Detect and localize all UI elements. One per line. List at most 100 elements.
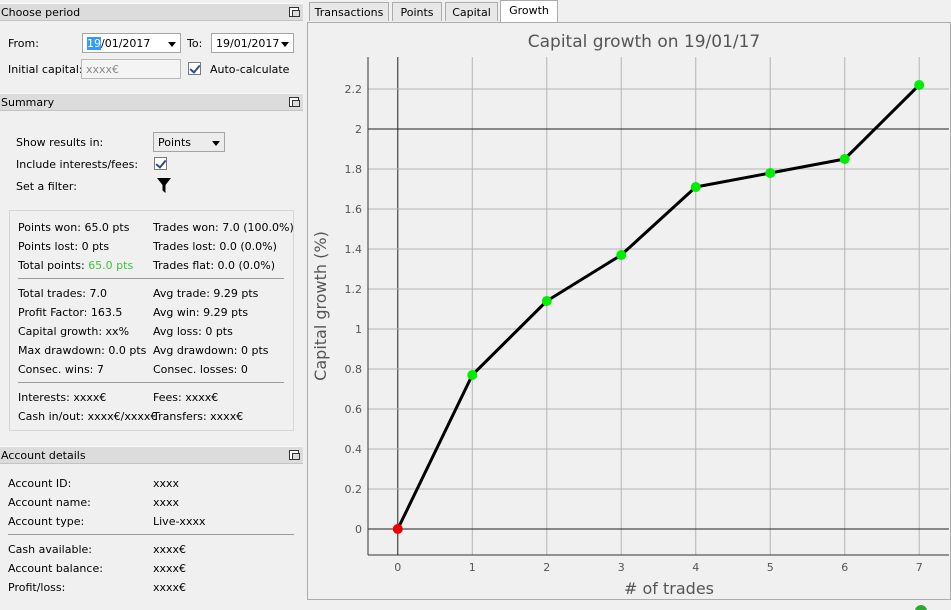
to-label: To:: [187, 37, 203, 50]
total-points-value: 65.0 pts: [88, 259, 134, 272]
chevron-down-icon: [168, 42, 176, 47]
divider: [18, 278, 284, 279]
status-indicator-icon: [915, 605, 927, 610]
show-results-value: Points: [158, 136, 192, 149]
growth-chart: 0 0.2 0.4 0.6 0.8 1 1.2 1.4 1.6 1.8 2 2.2 0 1 2 3 4 5 6 7 Ca…: [311, 32, 949, 598]
set-filter-label: Set a filter:: [16, 180, 77, 193]
account-details-header: Account details: [0, 446, 303, 464]
data-point: [392, 524, 403, 534]
points-won: Points won: 65.0 pts: [18, 221, 130, 234]
x-tick-label: 2: [543, 561, 550, 574]
y-axis-label: Capital growth (%): [311, 231, 330, 381]
transfers: Transfers: xxxx€: [153, 410, 244, 423]
data-point: [467, 370, 478, 380]
data-point: [690, 182, 701, 192]
profit-factor: Profit Factor: 163.5: [18, 306, 123, 319]
account-balance-value: xxxx€: [153, 562, 187, 575]
data-point: [765, 168, 776, 178]
chart-title: Capital growth on 19/01/17: [528, 32, 761, 52]
consec-losses: Consec. losses: 0: [153, 363, 248, 376]
y-tick-label: 2.2: [345, 83, 363, 96]
chevron-down-icon: [212, 141, 220, 146]
y-tick-label: 0.8: [345, 363, 363, 376]
points-lost: Points lost: 0 pts: [18, 240, 110, 253]
trades-flat: Trades flat: 0.0 (0.0%): [153, 259, 276, 272]
account-type-label: Account type:: [8, 515, 85, 528]
capital-growth: Capital growth: xx%: [18, 325, 130, 338]
avg-win: Avg win: 9.29 pts: [153, 306, 249, 319]
fees: Fees: xxxx€: [153, 391, 219, 404]
summary-header: Summary: [0, 93, 303, 111]
avg-loss: Avg loss: 0 pts: [153, 325, 233, 338]
undock-icon[interactable]: [289, 7, 300, 17]
x-tick-label: 0: [394, 561, 401, 574]
data-point: [541, 296, 552, 306]
interests: Interests: xxxx€: [18, 391, 107, 404]
plot-area: [368, 57, 949, 555]
initial-capital-input: xxxx€: [81, 59, 181, 79]
y-tick-label: 0: [355, 523, 362, 536]
cash-available-value: xxxx€: [153, 543, 187, 556]
include-interests-checkbox[interactable]: [154, 157, 167, 170]
initial-capital-value: xxxx€: [86, 63, 120, 76]
to-date-value: 19/01/2017: [216, 37, 280, 50]
from-label: From:: [8, 37, 39, 50]
avg-trade: Avg trade: 9.29 pts: [153, 287, 259, 300]
profit-loss-value: xxxx€: [153, 581, 187, 594]
cash-available-label: Cash available:: [8, 543, 92, 556]
cash-in-out: Cash in/out: xxxx€/xxxx€: [18, 410, 158, 423]
to-date-picker[interactable]: 19/01/2017: [211, 33, 294, 53]
auto-calculate-label: Auto-calculate: [210, 63, 290, 76]
divider: [18, 382, 284, 383]
from-date-rest: /01/2017: [101, 37, 151, 50]
profit-loss-label: Profit/loss:: [8, 581, 66, 594]
total-trades: Total trades: 7.0: [18, 287, 107, 300]
y-tick-label: 0.4: [345, 443, 363, 456]
choose-period-title: Choose period: [1, 6, 81, 19]
chevron-down-icon: [281, 42, 289, 47]
initial-capital-label: Initial capital:: [8, 63, 83, 76]
y-tick-label: 2: [355, 123, 362, 136]
max-drawdown: Max drawdown: 0.0 pts: [18, 344, 147, 357]
consec-wins: Consec. wins: 7: [18, 363, 104, 376]
stats-box: Points won: 65.0 pts Points lost: 0 pts …: [9, 210, 294, 431]
x-tick-label: 6: [841, 561, 848, 574]
y-tick-label: 1: [355, 323, 362, 336]
data-point: [914, 80, 925, 90]
trades-lost: Trades lost: 0.0 (0.0%): [153, 240, 277, 253]
x-axis-label: # of trades: [624, 579, 714, 598]
account-balance-label: Account balance:: [8, 562, 103, 575]
tab-capital[interactable]: Capital: [445, 2, 498, 21]
filter-icon[interactable]: [157, 177, 171, 194]
y-tick-label: 1.6: [345, 203, 363, 216]
account-id-value: xxxx: [153, 477, 180, 490]
divider: [8, 534, 294, 535]
y-tick-label: 0.6: [345, 403, 363, 416]
left-panel: Choose period From: 19/01/2017 To: 19/01…: [0, 0, 304, 610]
tab-growth[interactable]: Growth: [500, 0, 558, 22]
tab-transactions[interactable]: Transactions: [309, 2, 389, 21]
account-name-label: Account name:: [8, 496, 91, 509]
avg-drawdown: Avg drawdown: 0 pts: [153, 344, 269, 357]
y-tick-label: 0.2: [345, 483, 363, 496]
tab-points[interactable]: Points: [392, 2, 442, 21]
account-id-label: Account ID:: [8, 477, 72, 490]
y-tick-label: 1.4: [345, 243, 363, 256]
show-results-select[interactable]: Points: [153, 132, 225, 152]
x-tick-label: 1: [469, 561, 476, 574]
undock-icon[interactable]: [289, 97, 300, 107]
include-interests-label: Include interests/fees:: [16, 158, 139, 171]
x-tick-label: 7: [916, 561, 923, 574]
auto-calculate-checkbox[interactable]: [188, 62, 201, 75]
x-tick-label: 5: [767, 561, 774, 574]
account-type-value: Live-xxxx: [153, 515, 206, 528]
data-point: [616, 250, 627, 260]
y-tick-label: 1.8: [345, 163, 363, 176]
chart-panel: 0 0.2 0.4 0.6 0.8 1 1.2 1.4 1.6 1.8 2 2.2 0 1 2 3 4 5 6 7 Ca…: [307, 22, 951, 600]
x-tick-label: 3: [618, 561, 625, 574]
x-tick-label: 4: [692, 561, 699, 574]
from-date-picker[interactable]: 19/01/2017: [82, 33, 181, 53]
choose-period-header: Choose period: [0, 3, 303, 21]
summary-title: Summary: [1, 96, 55, 109]
undock-icon[interactable]: [289, 450, 300, 460]
